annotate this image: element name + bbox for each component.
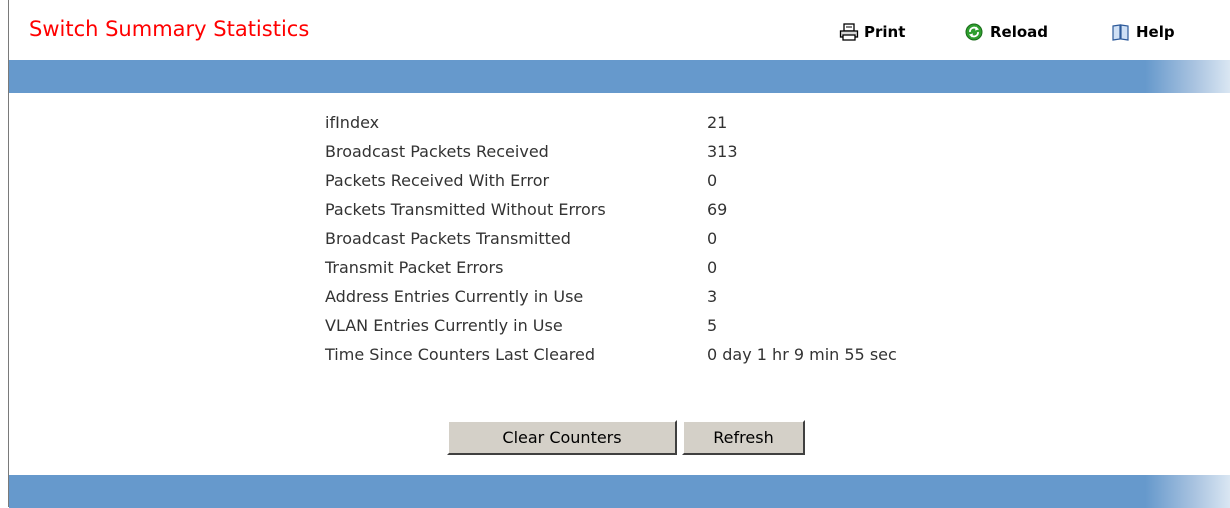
print-link[interactable]: Print — [839, 21, 905, 43]
stat-label: ifIndex — [325, 113, 380, 132]
help-label: Help — [1136, 23, 1175, 41]
page-frame: Switch Summary Statistics Print Reload H… — [8, 0, 1230, 508]
printer-icon — [839, 23, 859, 41]
clear-counters-button[interactable]: Clear Counters — [447, 420, 677, 455]
help-link[interactable]: Help — [1111, 21, 1175, 43]
stat-row-transmit-errors: Transmit Packet Errors 0 — [325, 253, 897, 282]
stat-label: Address Entries Currently in Use — [325, 287, 584, 306]
stat-row-vlan-entries: VLAN Entries Currently in Use 5 — [325, 311, 897, 340]
stats-table: ifIndex 21 Broadcast Packets Received 31… — [325, 108, 897, 369]
page-header: Switch Summary Statistics Print Reload H… — [9, 0, 1230, 60]
stat-label: Broadcast Packets Transmitted — [325, 229, 571, 248]
stat-label: VLAN Entries Currently in Use — [325, 316, 563, 335]
header-band — [9, 60, 1230, 93]
footer-band — [9, 475, 1230, 508]
print-label: Print — [864, 23, 906, 41]
stat-row-ifindex: ifIndex 21 — [325, 108, 897, 137]
reload-link[interactable]: Reload — [965, 21, 1048, 43]
page-title: Switch Summary Statistics — [29, 17, 310, 41]
stat-row-received-error: Packets Received With Error 0 — [325, 166, 897, 195]
reload-icon — [965, 23, 985, 41]
stat-value: 69 — [707, 200, 728, 219]
stat-value: 5 — [707, 316, 718, 335]
stat-value: 313 — [707, 142, 738, 161]
stat-value: 0 — [707, 171, 718, 190]
book-icon — [1111, 23, 1131, 41]
stat-value: 0 — [707, 258, 718, 277]
stat-row-broadcast-received: Broadcast Packets Received 313 — [325, 137, 897, 166]
stat-value: 0 day 1 hr 9 min 55 sec — [707, 345, 897, 364]
stat-value: 21 — [707, 113, 728, 132]
stat-row-broadcast-transmitted: Broadcast Packets Transmitted 0 — [325, 224, 897, 253]
stat-label: Packets Received With Error — [325, 171, 550, 190]
stat-label: Broadcast Packets Received — [325, 142, 549, 161]
stat-label: Transmit Packet Errors — [325, 258, 504, 277]
stat-label: Packets Transmitted Without Errors — [325, 200, 606, 219]
reload-label: Reload — [990, 23, 1049, 41]
stat-label: Time Since Counters Last Cleared — [325, 345, 595, 364]
refresh-button[interactable]: Refresh — [682, 420, 805, 455]
stat-value: 0 — [707, 229, 718, 248]
stat-row-transmitted-ok: Packets Transmitted Without Errors 69 — [325, 195, 897, 224]
stat-row-time-since-cleared: Time Since Counters Last Cleared 0 day 1… — [325, 340, 897, 369]
stat-row-address-entries: Address Entries Currently in Use 3 — [325, 282, 897, 311]
stat-value: 3 — [707, 287, 718, 306]
